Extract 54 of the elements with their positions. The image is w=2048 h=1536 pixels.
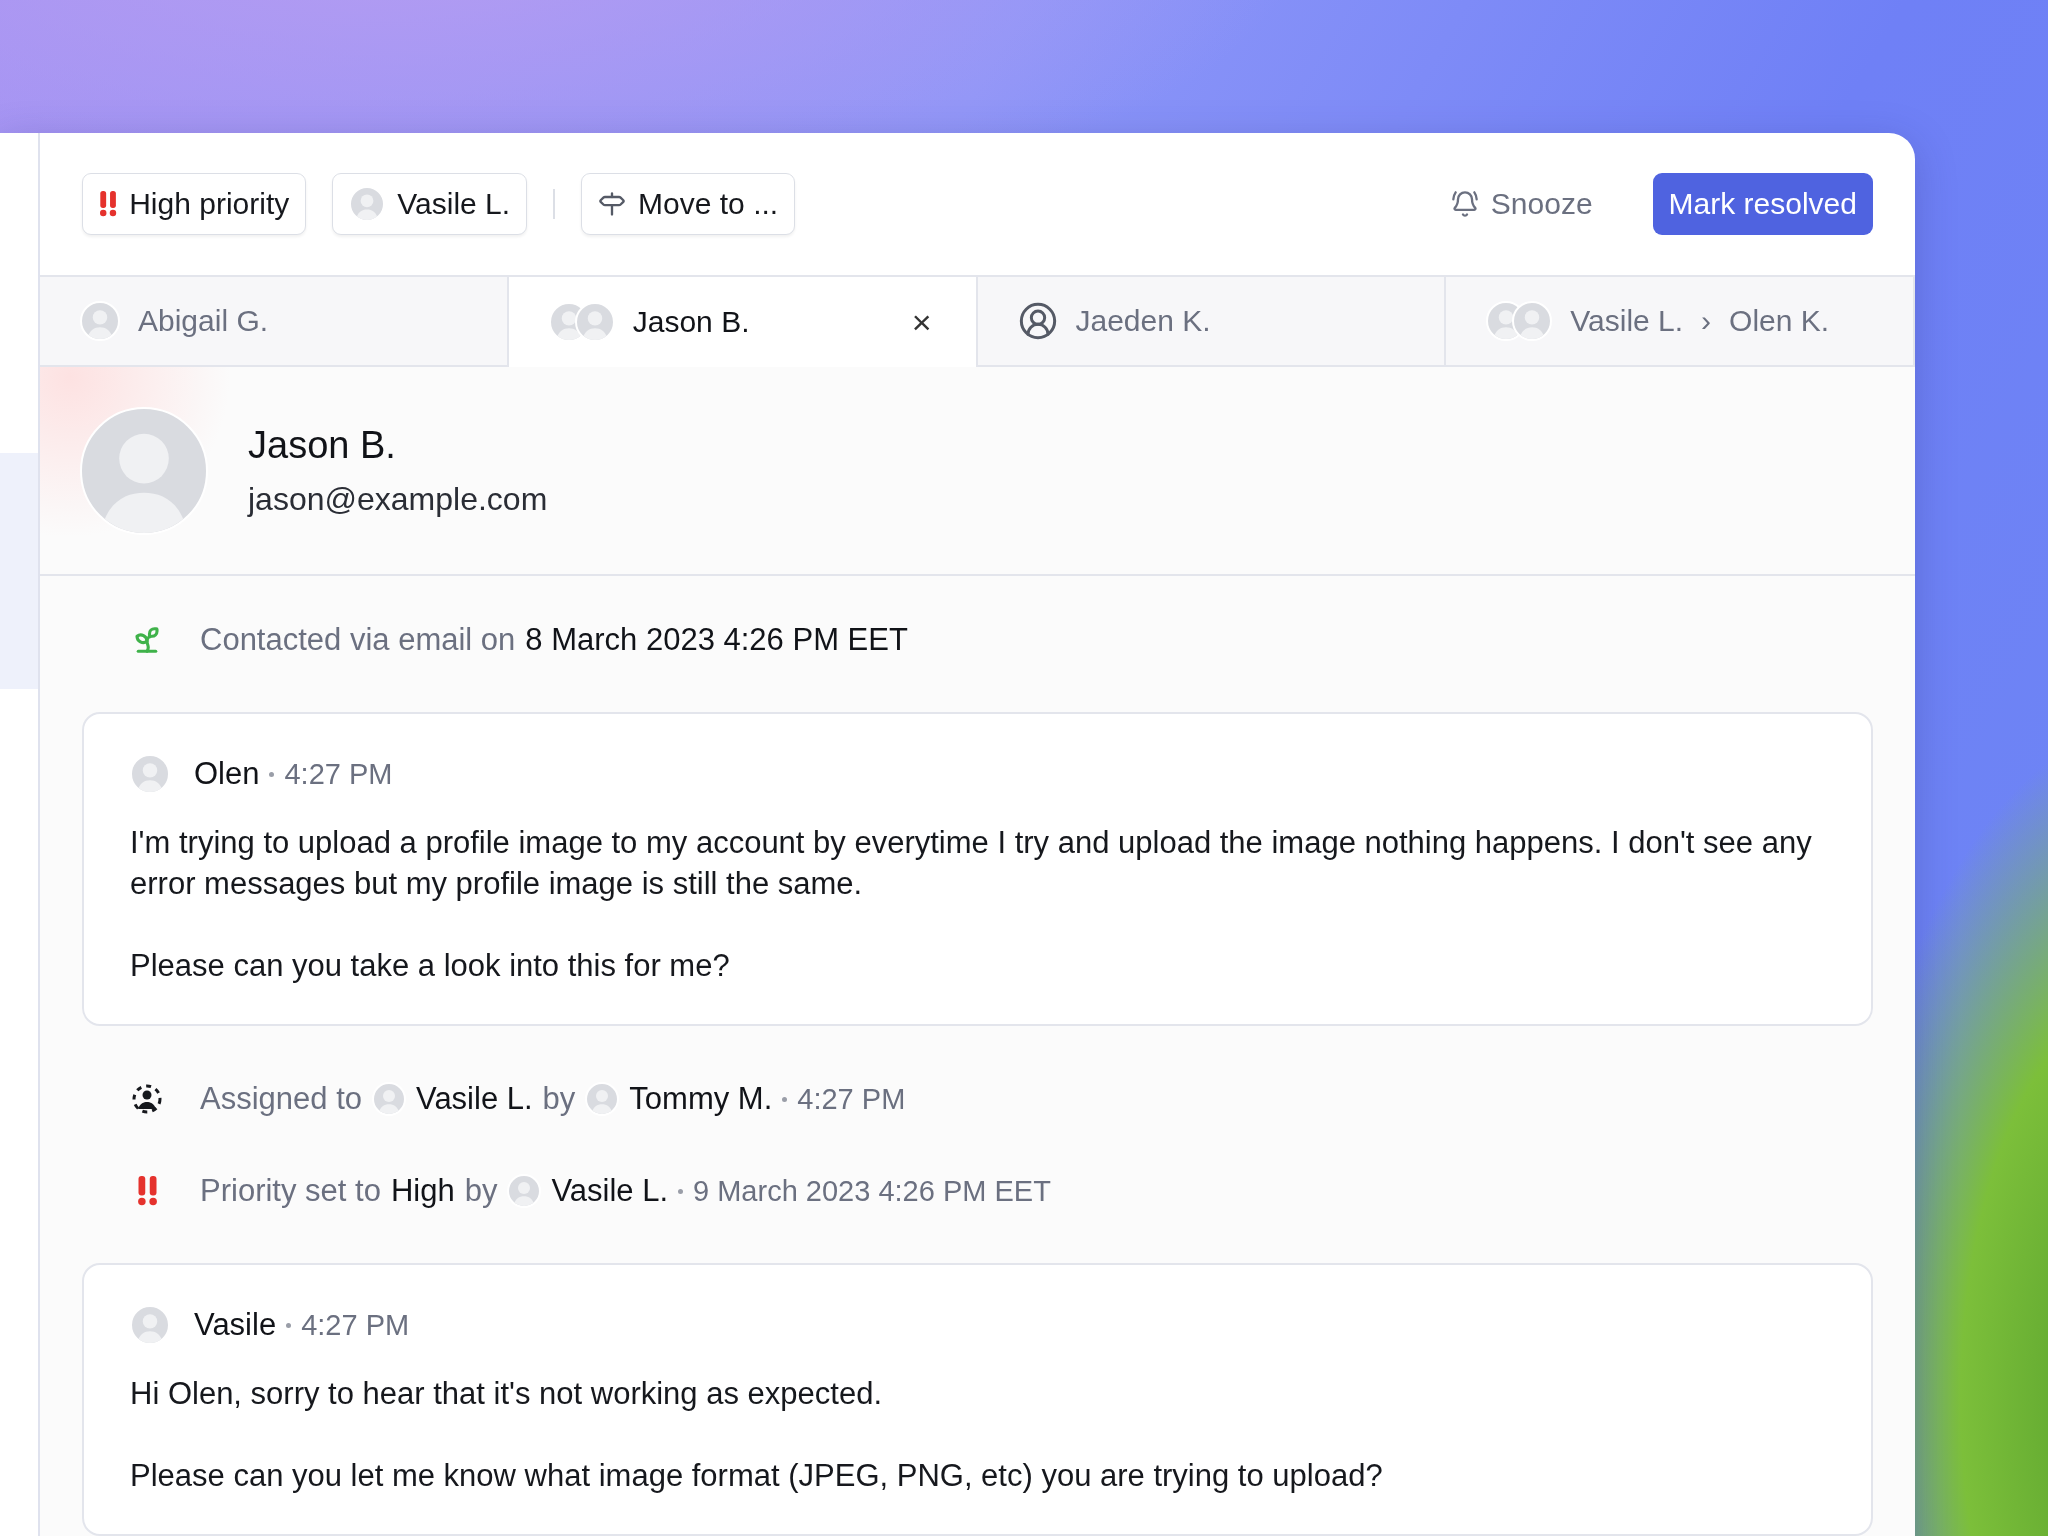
separator-dot [678,1188,683,1194]
separator-dot [782,1096,788,1102]
priority-button[interactable]: High priority [82,173,307,235]
tab-label: Jaeden K. [1075,304,1211,338]
conversation-tab[interactable]: Vasile L. › Olen K. [1446,277,1915,365]
priority-value: High [390,1173,455,1209]
separator-dot [286,1322,292,1328]
tab-label: Olen K. [1729,304,1830,338]
chevron-separator: › [1701,304,1712,338]
conversation-tab[interactable]: Jason B. × [508,277,978,367]
actor-name: Vasile L. [551,1173,668,1209]
actor-name: Tommy M. [629,1081,773,1117]
message-time: 4:27 PM [301,1308,410,1342]
tab-label: Jason B. [632,305,750,339]
event-date: 8 March 2023 4:26 PM EET [525,622,908,658]
author-name: Vasile [194,1307,277,1343]
close-button[interactable]: × [907,305,936,339]
tab-label: Vasile L. [1570,304,1684,338]
conversation-tab[interactable]: Abigail G. [40,277,509,365]
message-time: 4:27 PM [284,757,393,791]
message-text: Please can you let me know what image format (JPEG, PNG, etc) you are trying to upload? [130,1457,1384,1495]
avatar [1512,301,1553,341]
event-text: by [542,1081,576,1117]
avatar [507,1174,542,1208]
conversation-tab[interactable]: Jaeden K. [977,277,1447,365]
event-time: 9 March 2023 4:26 PM EET [693,1174,1051,1208]
message-text: Hi Olen, sorry to hear that it's not working as expected. [130,1375,883,1413]
move-button[interactable]: Move to ... [581,173,796,235]
avatar [80,301,120,341]
contact-name: Jason B. [248,423,397,467]
snooze-button[interactable]: Snooze [1434,173,1609,235]
message-text: I'm trying to upload a profile image to my account by everytime I try and upload the image nothing happens. I don't see any error messages but my profile image is still the same. [130,824,1813,903]
event-text: by [464,1173,498,1209]
sprout-icon [132,625,162,655]
avatar [585,1082,620,1116]
separator-dot [269,771,275,777]
event-time: 4:27 PM [797,1082,906,1116]
exclamation-icon [136,1176,158,1206]
resolve-button[interactable]: Mark resolved [1652,173,1873,235]
event-text: Contacted via email on [200,622,516,658]
assign-user-icon [132,1084,162,1114]
signpost-icon [598,190,627,218]
avatar [372,1082,406,1116]
contact-email: jason@example.com [248,480,548,518]
exclamation-icon [99,191,118,217]
user-icon [1017,301,1058,341]
event-text: Assigned to [200,1081,362,1117]
author-name: Olen [194,756,260,792]
bell-icon [1450,190,1479,218]
message-text: Please can you take a look into this for me? [130,947,731,985]
event-text: Priority set to [200,1173,381,1209]
assignee-button[interactable]: Vasile L. [332,173,528,235]
tab-label: Abigail G. [138,304,269,338]
assignee-name: Vasile L. [416,1081,533,1117]
